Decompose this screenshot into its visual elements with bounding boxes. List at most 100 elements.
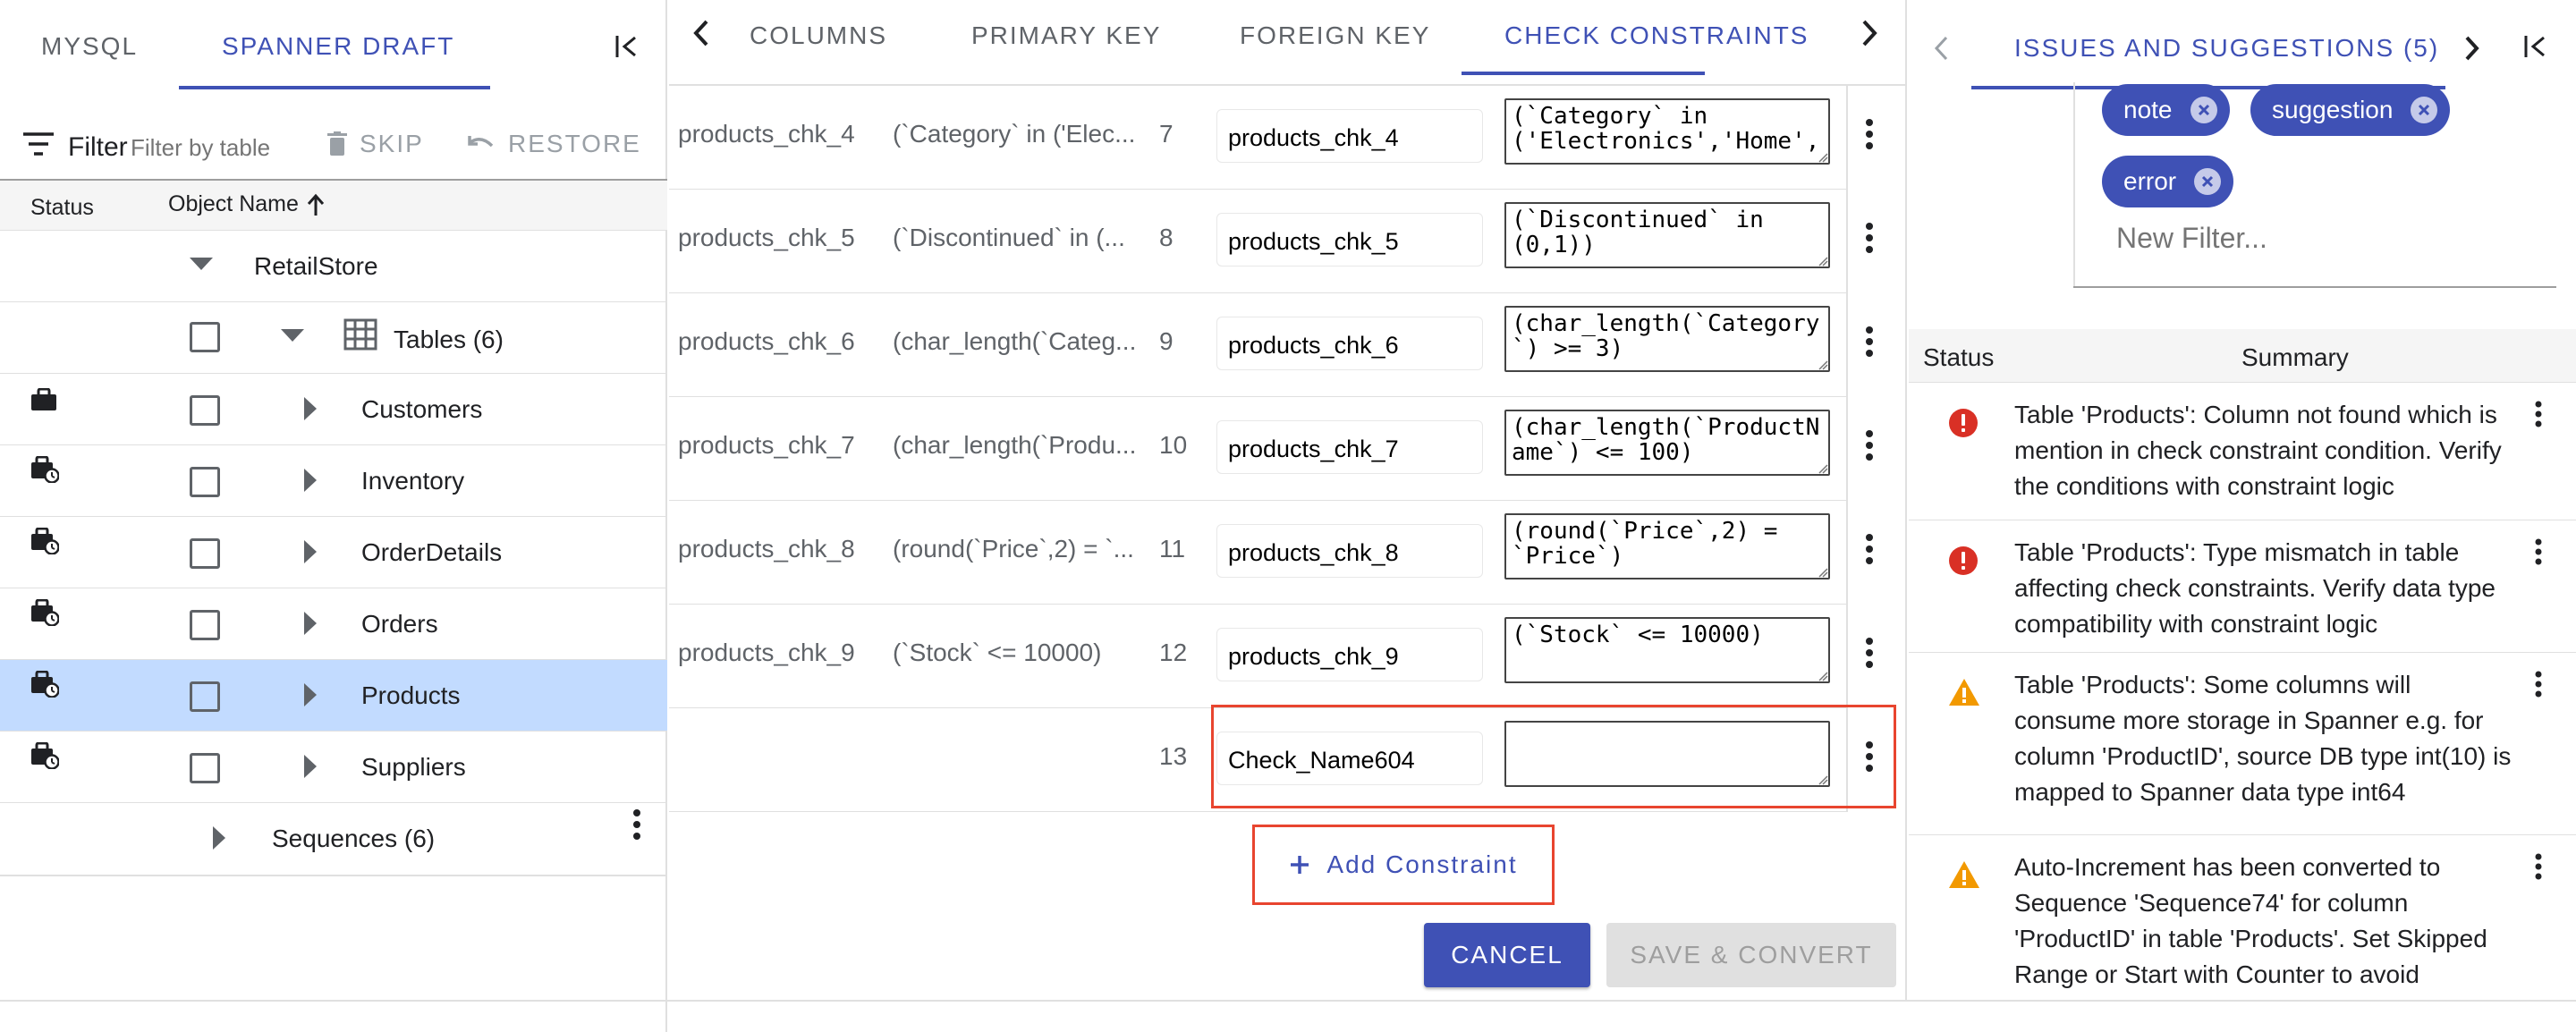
status-column-header[interactable]: Status bbox=[30, 195, 94, 221]
tab-mysql[interactable]: MYSQL bbox=[41, 32, 138, 61]
filter-table-input[interactable] bbox=[131, 134, 318, 162]
table-checkbox[interactable] bbox=[190, 467, 220, 497]
issues-panel: ISSUES AND SUGGESTIONS (5) note suggesti… bbox=[1909, 0, 2576, 1000]
tree-node-table[interactable]: Orders bbox=[0, 588, 667, 660]
table-name: Suppliers bbox=[361, 753, 466, 781]
collapse-panel-icon[interactable] bbox=[2521, 30, 2553, 63]
caret-down-icon[interactable] bbox=[281, 329, 304, 343]
constraint-name-input[interactable]: products_chk_5 bbox=[1216, 213, 1483, 266]
constraint-condition-textarea[interactable]: (`Stock` <= 10000) bbox=[1504, 617, 1830, 683]
resize-handle-icon[interactable] bbox=[1818, 463, 1828, 474]
tree-node-tables[interactable]: Tables (6) bbox=[0, 302, 667, 374]
constraint-index: 7 bbox=[1159, 120, 1174, 148]
source-constraint-condition: (`Category` in ('Elec... bbox=[893, 120, 1136, 148]
constraint-name-input[interactable]: products_chk_4 bbox=[1216, 109, 1483, 163]
filter-chip-error[interactable]: error bbox=[2102, 156, 2234, 207]
chevron-left-icon[interactable] bbox=[1930, 32, 1952, 64]
caret-right-icon[interactable] bbox=[304, 683, 318, 706]
constraint-name-input[interactable]: products_chk_8 bbox=[1216, 524, 1483, 578]
chevron-right-icon[interactable] bbox=[1859, 16, 1882, 50]
more-vert-icon[interactable] bbox=[1864, 118, 1875, 150]
more-vert-icon[interactable] bbox=[1864, 326, 1875, 358]
constraint-name-input[interactable]: products_chk_6 bbox=[1216, 317, 1483, 370]
tables-group-label: Tables (6) bbox=[394, 326, 504, 353]
chevron-right-icon[interactable] bbox=[2462, 32, 2483, 64]
caret-down-icon[interactable] bbox=[190, 258, 213, 272]
more-vert-icon[interactable] bbox=[1864, 429, 1875, 461]
tab-spanner-draft[interactable]: SPANNER DRAFT bbox=[222, 32, 454, 61]
more-vert-icon[interactable] bbox=[631, 808, 642, 841]
tree-node-database[interactable]: RetailStore bbox=[0, 231, 667, 302]
cancel-button[interactable]: CANCEL bbox=[1424, 923, 1590, 987]
tables-checkbox[interactable] bbox=[190, 322, 220, 352]
issue-summary: Table 'Products': Some columns will cons… bbox=[2014, 671, 2512, 806]
issue-summary: Auto-Increment has been converted to Seq… bbox=[2014, 853, 2487, 988]
tree-node-table[interactable]: Inventory bbox=[0, 445, 667, 517]
cancel-chip-icon[interactable] bbox=[2194, 168, 2222, 195]
divider bbox=[0, 1000, 2576, 1002]
more-vert-icon[interactable] bbox=[1864, 222, 1875, 254]
constraint-condition-textarea[interactable]: (char_length(`Category `) >= 3) bbox=[1504, 306, 1830, 372]
new-filter-input[interactable]: New Filter... bbox=[2116, 222, 2267, 255]
tree-node-table[interactable]: Products bbox=[0, 660, 667, 732]
constraint-name-input[interactable]: products_chk_7 bbox=[1216, 420, 1483, 474]
caret-right-icon[interactable] bbox=[213, 826, 227, 850]
more-vert-icon[interactable] bbox=[2533, 853, 2544, 880]
tab-primary-key[interactable]: PRIMARY KEY bbox=[971, 21, 1161, 50]
more-vert-icon[interactable] bbox=[2533, 401, 2544, 427]
source-constraint-condition: (char_length(`Categ... bbox=[893, 327, 1137, 355]
add-constraint-label: Add Constraint bbox=[1326, 850, 1518, 878]
caret-right-icon[interactable] bbox=[304, 540, 318, 563]
filter-chip-suggestion[interactable]: suggestion bbox=[2250, 84, 2451, 136]
tab-columns[interactable]: COLUMNS bbox=[750, 21, 887, 50]
filter-chip-note[interactable]: note bbox=[2102, 84, 2230, 136]
add-constraint-button[interactable]: Add Constraint bbox=[1252, 825, 1555, 905]
resize-handle-icon[interactable] bbox=[1818, 567, 1828, 578]
collapse-panel-icon[interactable] bbox=[612, 30, 644, 63]
chevron-left-icon[interactable] bbox=[689, 16, 712, 50]
tree-node-table[interactable]: Suppliers bbox=[0, 732, 667, 803]
table-checkbox[interactable] bbox=[190, 753, 220, 783]
skip-button[interactable]: SKIP bbox=[327, 125, 424, 163]
constraint-condition-textarea[interactable]: (round(`Price`,2) = `Price`) bbox=[1504, 513, 1830, 579]
constraint-condition-textarea[interactable]: (char_length(`ProductN ame`) <= 100) bbox=[1504, 410, 1830, 476]
tree-node-table[interactable]: Customers bbox=[0, 374, 667, 445]
table-checkbox[interactable] bbox=[190, 681, 220, 712]
constraint-name-input[interactable]: products_chk_9 bbox=[1216, 628, 1483, 681]
chip-label: suggestion bbox=[2272, 96, 2394, 123]
resize-handle-icon[interactable] bbox=[1818, 360, 1828, 370]
table-checkbox[interactable] bbox=[190, 610, 220, 640]
object-name-column-header[interactable]: Object Name bbox=[168, 191, 326, 217]
resize-handle-icon[interactable] bbox=[1818, 256, 1828, 266]
cancel-chip-icon[interactable] bbox=[2411, 97, 2438, 123]
tab-foreign-key[interactable]: FOREIGN KEY bbox=[1240, 21, 1430, 50]
source-constraint-name: products_chk_6 bbox=[678, 327, 855, 355]
source-constraint-name: products_chk_8 bbox=[678, 535, 855, 563]
constraint-condition-textarea[interactable]: (`Discontinued` in (0,1)) bbox=[1504, 202, 1830, 268]
constraint-index: 9 bbox=[1159, 327, 1174, 355]
caret-right-icon[interactable] bbox=[304, 612, 318, 635]
caret-right-icon[interactable] bbox=[304, 397, 318, 420]
tab-issues-and-suggestions[interactable]: ISSUES AND SUGGESTIONS (5) bbox=[2014, 34, 2439, 63]
table-checkbox[interactable] bbox=[190, 538, 220, 569]
cancel-chip-icon[interactable] bbox=[2190, 97, 2217, 123]
filter-label: Filter bbox=[68, 132, 128, 162]
tab-check-constraints[interactable]: CHECK CONSTRAINTS bbox=[1504, 21, 1809, 50]
tree-node-sequences[interactable]: Sequences (6) bbox=[0, 803, 667, 875]
more-vert-icon[interactable] bbox=[2533, 538, 2544, 565]
tree-node-table[interactable]: OrderDetails bbox=[0, 517, 667, 588]
caret-right-icon[interactable] bbox=[304, 469, 318, 492]
more-vert-icon[interactable] bbox=[1864, 533, 1875, 565]
resize-handle-icon[interactable] bbox=[1818, 152, 1828, 163]
constraint-condition-textarea[interactable]: (`Category` in ('Electronics','Home', bbox=[1504, 98, 1830, 165]
caret-right-icon[interactable] bbox=[304, 755, 318, 778]
table-checkbox[interactable] bbox=[190, 395, 220, 426]
more-vert-icon[interactable] bbox=[1864, 637, 1875, 669]
constraint-index: 11 bbox=[1159, 535, 1186, 563]
work-history-icon bbox=[30, 671, 59, 698]
restore-button[interactable]: RESTORE bbox=[467, 125, 641, 163]
save-and-convert-button[interactable]: SAVE & CONVERT bbox=[1606, 923, 1896, 987]
resize-handle-icon[interactable] bbox=[1818, 671, 1828, 681]
plus-icon bbox=[1289, 854, 1310, 876]
more-vert-icon[interactable] bbox=[2533, 671, 2544, 698]
